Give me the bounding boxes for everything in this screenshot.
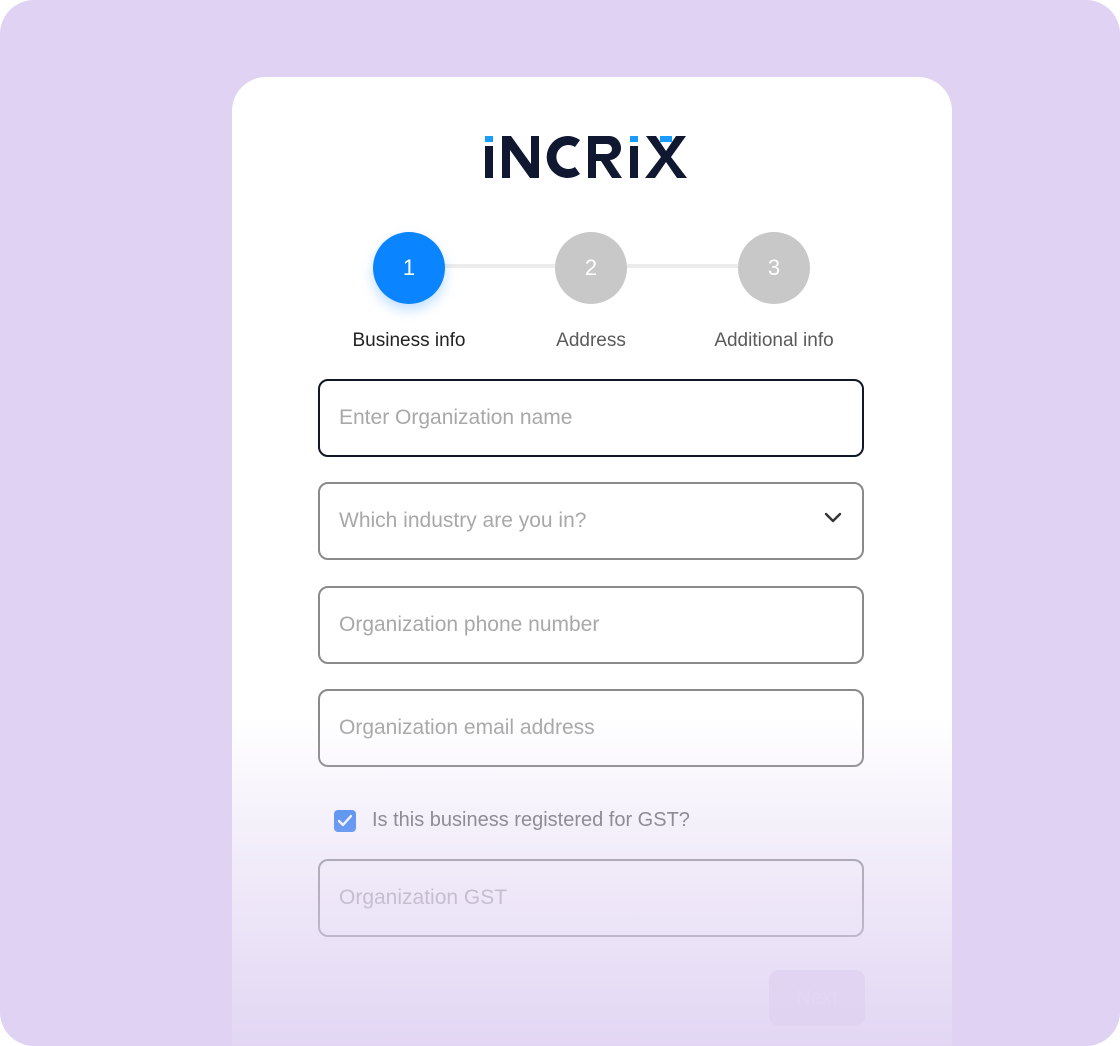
organization-name-input[interactable]: Enter Organization name	[318, 379, 864, 457]
organization-phone-input[interactable]: Organization phone number	[318, 586, 864, 664]
gst-checkbox-label: Is this business registered for GST?	[372, 809, 690, 831]
page-background: 1 2 3 Business info Address Additional i…	[0, 0, 1120, 1046]
logo-wordmark	[485, 135, 687, 178]
step-2-circle[interactable]: 2	[555, 232, 627, 304]
gst-checkbox-row[interactable]: Is this business registered for GST?	[334, 809, 690, 832]
incrix-logo	[232, 132, 952, 187]
organization-gst-input[interactable]: Organization GST	[318, 859, 864, 937]
industry-placeholder: Which industry are you in?	[339, 509, 587, 532]
signup-card: 1 2 3 Business info Address Additional i…	[232, 77, 952, 1046]
step-3-circle[interactable]: 3	[738, 232, 810, 304]
step-3-label: Additional info	[714, 330, 834, 351]
organization-gst-placeholder: Organization GST	[339, 886, 508, 909]
step-1-circle[interactable]: 1	[373, 232, 445, 304]
organization-email-input[interactable]: Organization email address	[318, 689, 864, 767]
chevron-down-icon	[824, 512, 842, 523]
next-button[interactable]: Next	[769, 970, 865, 1026]
step-connector-2	[627, 264, 738, 268]
organization-phone-placeholder: Organization phone number	[339, 613, 600, 636]
organization-name-placeholder: Enter Organization name	[339, 406, 573, 429]
checkmark-icon	[337, 814, 353, 826]
industry-select[interactable]: Which industry are you in?	[318, 482, 864, 560]
step-1-label: Business info	[352, 330, 466, 351]
step-2-label: Address	[556, 330, 626, 351]
step-connector-1	[444, 264, 555, 268]
organization-email-placeholder: Organization email address	[339, 716, 595, 739]
gst-checkbox[interactable]	[334, 809, 356, 832]
